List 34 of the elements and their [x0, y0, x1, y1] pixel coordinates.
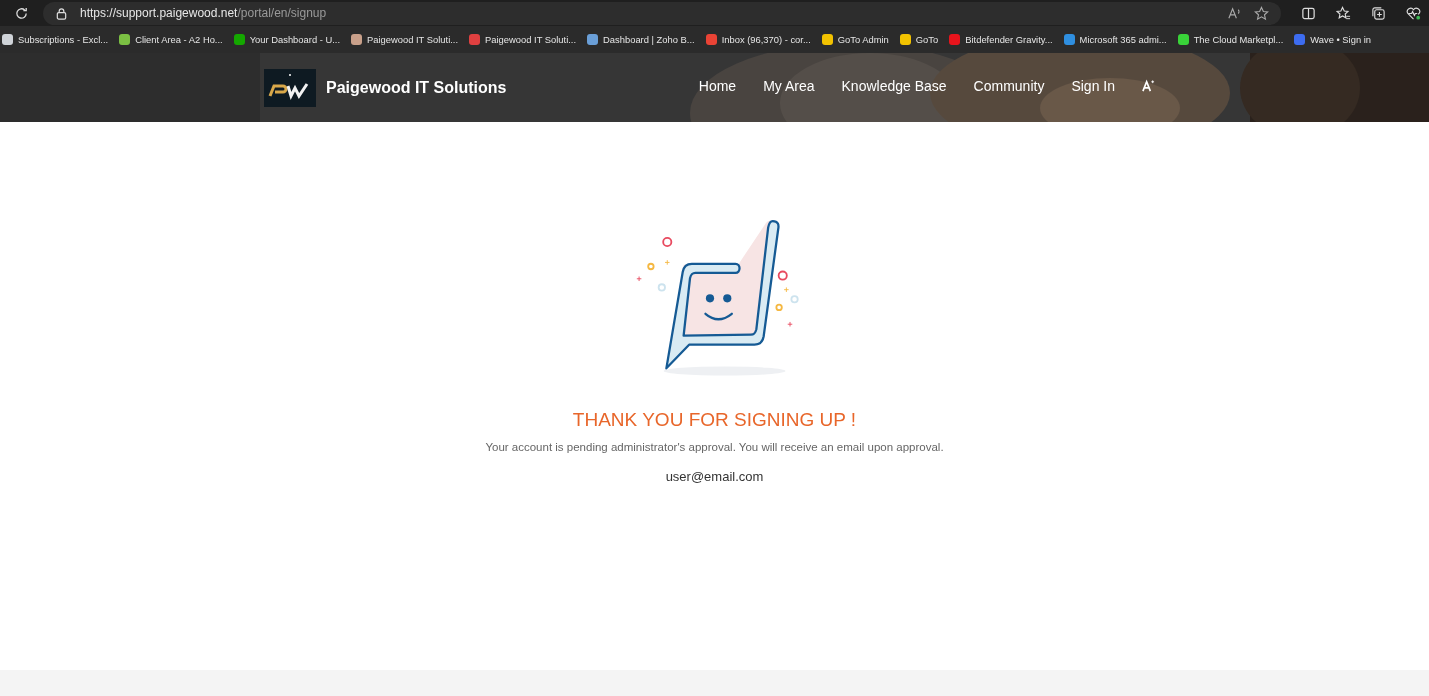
bookmark[interactable]: Dashboard | Zoho B...: [587, 34, 695, 45]
bookmark[interactable]: Client Area - A2 Ho...: [119, 34, 223, 45]
bookmark[interactable]: Bitdefender Gravity...: [949, 34, 1053, 45]
nav-link[interactable]: My Area: [763, 77, 815, 94]
pending-approval-message: Your account is pending administrator's approval. You will receive an email upon approval.: [485, 441, 944, 453]
split-screen-icon[interactable]: [1301, 5, 1316, 21]
lock-icon[interactable]: [55, 6, 68, 20]
bookmark[interactable]: GoTo Admin: [821, 34, 889, 45]
bookmark[interactable]: Inbox (96,370) - cor...: [705, 34, 811, 45]
star-icon[interactable]: [1254, 5, 1269, 21]
address-bar[interactable]: https://support.paigewood.net/portal/en/signup: [43, 1, 1281, 25]
bookmark[interactable]: Wave • Sign in: [1294, 34, 1372, 45]
bookmark[interactable]: GoTo: [899, 34, 939, 45]
nav-link[interactable]: Knowledge Base: [841, 77, 947, 94]
bookmark[interactable]: Your Dashboard - U...: [233, 34, 340, 45]
nav-link[interactable]: Home: [698, 77, 737, 94]
font-size-icon[interactable]: [1142, 79, 1155, 92]
thank-you-heading: THANK YOU FOR SIGNING UP !: [572, 409, 857, 431]
nav-link[interactable]: Community: [973, 77, 1045, 94]
favorites-icon[interactable]: [1336, 5, 1351, 21]
collections-icon[interactable]: [1371, 5, 1386, 21]
logo[interactable]: [264, 68, 316, 107]
bookmark[interactable]: Paigewood IT Soluti...: [351, 34, 459, 45]
bookmark[interactable]: Paigewood IT Soluti...: [469, 34, 577, 45]
read-aloud-icon[interactable]: [1227, 5, 1242, 21]
email-address: user@email.com: [665, 469, 764, 484]
refresh-icon[interactable]: [14, 5, 29, 21]
url-text: https://support.paigewood.net/portal/en/signup: [80, 6, 327, 20]
nav-link[interactable]: Sign In: [1071, 77, 1115, 94]
bookmark[interactable]: Subscriptions - Excl...: [2, 34, 109, 45]
bookmark[interactable]: The Cloud Marketpl...: [1177, 34, 1284, 45]
bookmark[interactable]: Microsoft 365 admi...: [1063, 34, 1167, 45]
heart-pulse-icon[interactable]: [1406, 5, 1421, 21]
site-name[interactable]: Paigewood IT Solutions: [326, 78, 507, 97]
